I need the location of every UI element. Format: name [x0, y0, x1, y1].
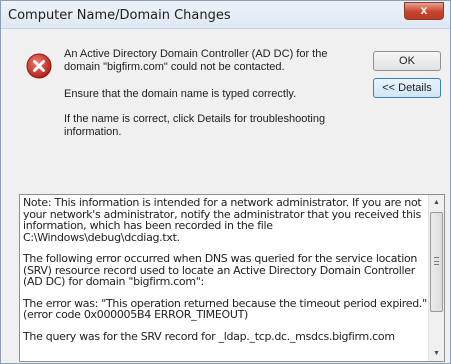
- vertical-scrollbar[interactable]: ▲ ▼: [428, 195, 444, 361]
- details-text: Note: This information is intended for a…: [23, 197, 427, 361]
- error-icon: [26, 53, 52, 79]
- grip-icon: [434, 257, 439, 265]
- error-message: An Active Directory Domain Controller (A…: [64, 48, 328, 73]
- scroll-down-icon[interactable]: ▼: [429, 346, 444, 361]
- details-hint-text: If the name is correct, click Details fo…: [64, 113, 326, 138]
- close-button[interactable]: x: [404, 2, 444, 20]
- close-icon: x: [420, 3, 428, 17]
- instruction-text: Ensure that the domain name is typed cor…: [64, 88, 297, 100]
- details-paragraph-error: The error was: "This operation returned …: [23, 296, 427, 321]
- details-paragraph-srv: The query was for the SRV record for _ld…: [23, 329, 395, 343]
- details-textbox[interactable]: Note: This information is intended for a…: [19, 194, 445, 362]
- details-paragraph-note: Note: This information is intended for a…: [23, 197, 422, 244]
- scroll-up-icon[interactable]: ▲: [429, 195, 444, 210]
- ok-button[interactable]: OK: [373, 51, 441, 71]
- dialog-window: Computer Name/Domain Changes x An Active…: [0, 0, 451, 364]
- details-paragraph-query: The following error occurred when DNS wa…: [23, 252, 418, 288]
- window-title: Computer Name/Domain Changes: [8, 8, 231, 23]
- title-bar[interactable]: Computer Name/Domain Changes x: [1, 1, 450, 29]
- details-toggle-button[interactable]: << Details: [373, 78, 441, 98]
- scroll-thumb[interactable]: [430, 212, 443, 312]
